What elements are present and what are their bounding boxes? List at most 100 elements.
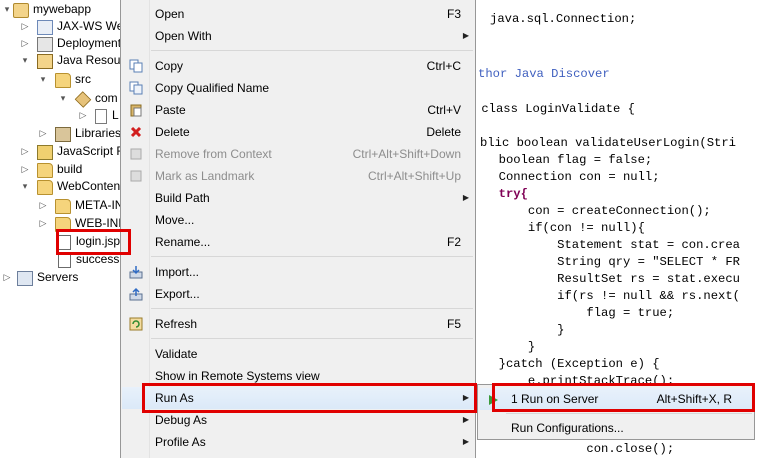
menu-item-label: Open [155, 7, 185, 21]
code-line: Statement stat = con.crea [484, 238, 740, 252]
menu-item-paste[interactable]: Paste Ctrl+V [122, 99, 475, 121]
highlight-login-jsp [56, 229, 131, 255]
jaxws-icon [37, 20, 53, 35]
code-line: }catch (Exception e) { [484, 357, 660, 371]
refresh-icon [129, 317, 143, 331]
code-line: ResultSet rs = stat.execu [484, 272, 740, 286]
package-icon [74, 91, 92, 108]
servers-folder-icon [17, 271, 33, 286]
remove-context-icon [129, 147, 143, 161]
code-line: con = createConnection(); [484, 204, 711, 218]
expand-arrow-icon[interactable]: ▷ [38, 125, 48, 142]
menu-item-label: Profile As [155, 435, 206, 449]
menu-item-shortcut: F3 [446, 7, 461, 21]
menu-item-import[interactable]: Import... [122, 261, 475, 283]
collapse-arrow-icon[interactable]: ▾ [20, 52, 30, 69]
tree-item-label: Libraries [75, 126, 122, 140]
menu-item-label: Mark as Landmark [155, 169, 255, 183]
menu-item-run-configurations[interactable]: Run Configurations... [480, 417, 752, 439]
menu-separator [151, 308, 473, 309]
menu-item-label: Copy Qualified Name [155, 81, 270, 95]
code-line: if(con != null){ [484, 221, 645, 235]
menu-item-profile-as[interactable]: Profile As ▶ [122, 431, 475, 453]
menu-item-copy[interactable]: Copy Ctrl+C [122, 55, 475, 77]
expand-arrow-icon[interactable]: ▷ [78, 107, 88, 124]
menu-item-label: Move... [155, 213, 195, 227]
code-line: flag = true; [484, 306, 675, 320]
submenu-arrow-icon: ▶ [462, 437, 469, 446]
menu-separator [151, 338, 473, 339]
expand-arrow-icon[interactable]: ▷ [38, 215, 48, 232]
expand-arrow-icon[interactable]: ▷ [20, 143, 30, 160]
tree-item-label: L [112, 108, 119, 122]
collapse-arrow-icon[interactable]: ▾ [38, 71, 48, 88]
menu-item-label: Run Configurations... [511, 421, 624, 435]
menu-item-label: Validate [155, 347, 198, 361]
menu-item-delete[interactable]: Delete Delete [122, 121, 475, 143]
menu-item-rename[interactable]: Rename... F2 [122, 231, 475, 253]
code-line: } [484, 323, 565, 337]
menu-item-label: Remove from Context [155, 147, 272, 161]
export-icon [129, 287, 143, 301]
tree-item-label: WebContent [57, 179, 122, 193]
menu-item-label: Import... [155, 265, 200, 279]
menu-item-label: Rename... [155, 235, 211, 249]
code-line: try{ [484, 187, 528, 201]
project-icon [13, 3, 29, 18]
menu-separator [151, 50, 473, 51]
menu-item-open-with[interactable]: Open With ▶ [122, 25, 475, 47]
tree-item-label: Servers [37, 270, 79, 284]
import-icon [129, 265, 143, 279]
tree-item-label: JAX-WS We [57, 19, 122, 33]
deployment-icon [37, 37, 53, 52]
expand-arrow-icon[interactable]: ▷ [20, 161, 30, 178]
tree-item-label: build [57, 162, 83, 176]
folder-icon [37, 163, 53, 178]
folder-icon [55, 199, 71, 214]
code-line: class LoginValidate { [474, 102, 635, 116]
menu-item-shortcut: F5 [446, 317, 461, 331]
menu-item-build-path[interactable]: Build Path ▶ [122, 187, 475, 209]
menu-item-mark-as-landmark[interactable]: Mark as Landmark Ctrl+Alt+Shift+Up [122, 165, 475, 187]
collapse-arrow-icon[interactable]: ▾ [2, 1, 12, 18]
menu-item-label: Open With [155, 29, 212, 43]
menu-separator [151, 256, 473, 257]
menu-item-validate[interactable]: Validate [122, 343, 475, 365]
menu-item-shortcut: Ctrl+Alt+Shift+Down [352, 147, 461, 161]
menu-item-refresh[interactable]: Refresh F5 [122, 313, 475, 335]
code-line: if(rs != null && rs.next( [484, 289, 740, 303]
menu-item-label: Refresh [155, 317, 198, 331]
paste-icon [129, 103, 143, 117]
tree-item-label: mywebapp [33, 2, 92, 16]
code-line: thor Java Discover [478, 67, 610, 81]
menu-separator [506, 413, 752, 414]
code-line: blic boolean validateUserLogin(Stri [480, 136, 736, 150]
folder-icon [37, 180, 53, 195]
expand-arrow-icon[interactable]: ▷ [38, 197, 48, 214]
expand-arrow-icon[interactable]: ▷ [20, 18, 30, 35]
menu-item-shortcut: F2 [446, 235, 461, 249]
tree-item-label: Java Resour [57, 53, 122, 67]
expand-arrow-icon[interactable]: ▷ [20, 35, 30, 52]
code-line: } [484, 340, 536, 354]
highlight-run-on-server [492, 383, 755, 412]
tree-item-label: com [95, 91, 118, 105]
menu-item-label: Paste [155, 103, 186, 117]
tree-item-label: META-IN [75, 198, 122, 212]
code-line: boolean flag = false; [484, 153, 653, 167]
jsp-file-icon [58, 253, 71, 268]
menu-item-label: Export... [155, 287, 200, 301]
menu-item-label: Copy [155, 59, 184, 73]
collapse-arrow-icon[interactable]: ▾ [20, 178, 30, 195]
source-folder-icon [55, 73, 71, 88]
menu-item-remove-from-context[interactable]: Remove from Context Ctrl+Alt+Shift+Down [122, 143, 475, 165]
menu-item-open[interactable]: Open F3 [122, 3, 475, 25]
menu-item-copy-qualified-name[interactable]: Copy Qualified Name [122, 77, 475, 99]
expand-arrow-icon[interactable]: ▷ [2, 269, 12, 286]
highlight-run-as [142, 383, 477, 413]
collapse-arrow-icon[interactable]: ▾ [58, 90, 68, 107]
code-line: Connection con = null; [484, 170, 660, 184]
menu-item-export[interactable]: Export... [122, 283, 475, 305]
menu-item-label: Delete [155, 125, 190, 139]
menu-item-move[interactable]: Move... [122, 209, 475, 231]
